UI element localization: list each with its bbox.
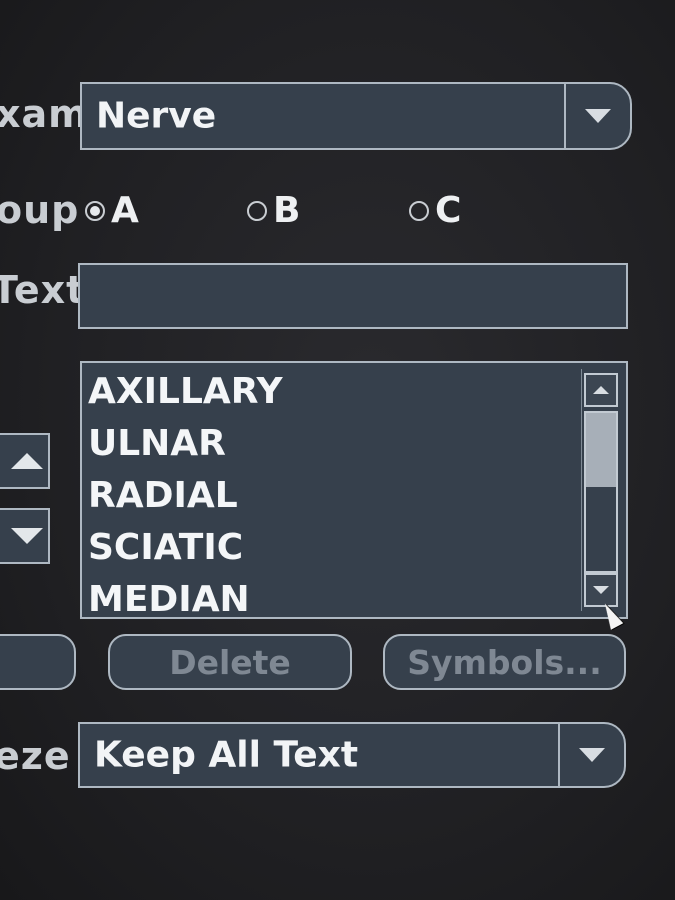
text-input[interactable]: [78, 263, 628, 329]
group-radio-c[interactable]: C: [409, 190, 461, 231]
group-radio-a-label: A: [111, 190, 139, 231]
delete-button[interactable]: Delete: [108, 634, 352, 690]
group-radio-b-label: B: [273, 190, 301, 231]
scroll-down-button[interactable]: [584, 573, 618, 607]
exam-dropdown-button[interactable]: [564, 84, 630, 148]
list-item[interactable]: ULNAR: [86, 419, 576, 471]
chevron-down-icon: [585, 109, 611, 123]
move-down-button[interactable]: [0, 508, 50, 564]
list-item[interactable]: MEDIAN: [86, 575, 576, 627]
group-radio-a[interactable]: A: [85, 190, 139, 231]
list-scrollbar[interactable]: [581, 369, 620, 611]
partial-left-button[interactable]: [0, 634, 76, 690]
freeze-label: eze: [0, 734, 71, 778]
group-radio-group: A B C: [85, 190, 605, 235]
arrow-up-icon: [11, 453, 43, 469]
move-up-button[interactable]: [0, 433, 50, 489]
annotation-list: AXILLARY ULNAR RADIAL SCIATIC MEDIAN: [86, 367, 576, 627]
exam-dropdown-value: Nerve: [96, 95, 217, 137]
list-item[interactable]: SCIATIC: [86, 523, 576, 575]
list-item[interactable]: AXILLARY: [86, 367, 576, 419]
freeze-dropdown-button[interactable]: [558, 724, 624, 786]
text-label: Text: [0, 268, 86, 312]
scroll-down-icon: [593, 586, 609, 594]
exam-dropdown[interactable]: Nerve: [80, 82, 632, 150]
group-label: oup: [0, 188, 80, 232]
list-item[interactable]: RADIAL: [86, 471, 576, 523]
scroll-thumb[interactable]: [586, 413, 616, 487]
scroll-up-icon: [593, 386, 609, 394]
radio-selected-icon: [85, 200, 105, 221]
symbols-button[interactable]: Symbols...: [383, 634, 626, 690]
freeze-dropdown-value: Keep All Text: [94, 734, 359, 776]
scroll-up-button[interactable]: [584, 373, 618, 407]
annotation-listbox[interactable]: AXILLARY ULNAR RADIAL SCIATIC MEDIAN: [80, 361, 628, 620]
arrow-down-icon: [11, 528, 43, 544]
group-radio-b[interactable]: B: [247, 190, 300, 231]
radio-unselected-icon: [247, 200, 267, 221]
annotation-settings-screen: xam Nerve oup A B C Text AXILLARY ULNAR …: [0, 0, 675, 900]
scroll-track[interactable]: [584, 411, 618, 573]
freeze-dropdown[interactable]: Keep All Text: [78, 722, 626, 788]
radio-unselected-icon: [409, 200, 429, 221]
exam-label: xam: [0, 92, 89, 136]
chevron-down-icon: [579, 748, 605, 762]
group-radio-c-label: C: [435, 190, 462, 231]
